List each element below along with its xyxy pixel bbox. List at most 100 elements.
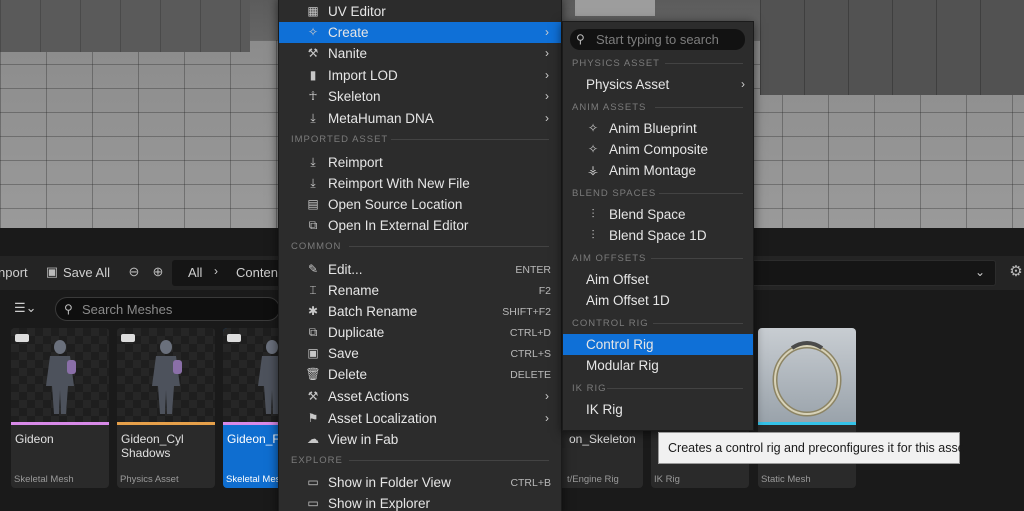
asset-thumbnail: [11, 328, 109, 422]
submenu-item-anim-montage[interactable]: ⚶ Anim Montage: [563, 160, 753, 181]
chevron-right-icon: ›: [545, 389, 549, 403]
menu-item-shortcut: SHIFT+F2: [502, 306, 551, 318]
history-forward-icon[interactable]: ⊕: [150, 264, 166, 280]
menu-item-shortcut: CTRL+D: [509, 327, 551, 339]
asset-tile[interactable]: Gideon Skeletal Mesh: [11, 328, 109, 488]
menu-item-batch-rename[interactable]: ✱ Batch Rename SHIFT+F2: [279, 301, 561, 322]
menu-item-label: Nanite: [328, 46, 368, 61]
menu-item-label: Create: [328, 25, 369, 40]
menu-item-metahuman-dna[interactable]: ⤓ MetaHuman DNA ›: [279, 108, 561, 129]
asset-search-placeholder: Search Meshes: [82, 302, 173, 317]
menu-item-label: Asset Actions: [328, 389, 410, 404]
viewport-block: [575, 0, 655, 16]
chevron-right-icon: ›: [545, 68, 549, 82]
section-header-common: COMMON: [291, 241, 342, 252]
asset-type-bar: [758, 422, 856, 425]
import-icon: ⤓: [310, 111, 316, 125]
menu-item-rename[interactable]: ⌶ Rename F2: [279, 280, 561, 301]
menu-item-open-external-editor[interactable]: ⧉ Open In External Editor: [279, 215, 561, 236]
menu-item-duplicate[interactable]: ⧉ Duplicate CTRL+D: [279, 322, 561, 343]
pencil-icon: ✎: [307, 262, 319, 276]
filter-button[interactable]: ☰⌄: [14, 300, 37, 316]
menu-item-shortcut: CTRL+S: [510, 348, 551, 360]
submenu-item-blend-space[interactable]: ⫶ Blend Space: [563, 204, 753, 225]
asset-badge-icon: [227, 334, 241, 342]
menu-item-show-in-folder-view[interactable]: ▭ Show in Folder View CTRL+B: [279, 472, 561, 493]
save-all-button[interactable]: Save All: [63, 265, 110, 280]
submenu-item-blend-space-1d[interactable]: ⫶ Blend Space 1D: [563, 225, 753, 246]
section-divider: [651, 258, 743, 259]
menu-item-asset-localization[interactable]: ⚑ Asset Localization ›: [279, 408, 561, 429]
menu-item-reimport[interactable]: ⤓ Reimport: [279, 152, 561, 173]
menu-item-save[interactable]: ▣ Save CTRL+S: [279, 343, 561, 364]
settings-gear-icon[interactable]: ⚙: [1008, 264, 1024, 280]
submenu-item-anim-blueprint[interactable]: ✧ Anim Blueprint: [563, 118, 753, 139]
menu-item-view-in-fab[interactable]: ☁ View in Fab: [279, 429, 561, 450]
breadcrumb-chevron-icon: ›: [214, 264, 218, 278]
asset-type: Skeletal Mesh: [14, 474, 74, 485]
section-header-anim-assets: ANIM ASSETS: [572, 102, 647, 113]
menu-item-label: Open In External Editor: [328, 218, 469, 233]
menu-item-edit[interactable]: ✎ Edit... ENTER: [279, 259, 561, 280]
submenu-item-aim-offset-1d[interactable]: Aim Offset 1D: [563, 290, 753, 311]
submenu-item-anim-composite[interactable]: ✧ Anim Composite: [563, 139, 753, 160]
section-header-control-rig: CONTROL RIG: [572, 318, 649, 329]
menu-item-delete[interactable]: 🗑 Delete DELETE: [279, 364, 561, 385]
menu-item-shortcut: F2: [538, 285, 551, 297]
menu-item-label: Asset Localization: [328, 411, 437, 426]
submenu-item-control-rig[interactable]: Control Rig: [563, 334, 753, 355]
asset-type: Skeletal Mes: [226, 474, 281, 485]
menu-item-reimport-new-file[interactable]: ⤓ Reimport With New File: [279, 173, 561, 194]
menu-item-shortcut: ENTER: [515, 264, 551, 276]
asset-tile[interactable]: Static Mesh: [758, 328, 856, 488]
submenu-item-label: Physics Asset: [586, 77, 670, 92]
asset-context-menu: ▦ UV Editor ✧ Create › ⚒ Nanite › ▮ Impo…: [278, 0, 562, 511]
menu-item-show-in-explorer[interactable]: ▭ Show in Explorer: [279, 493, 561, 511]
section-header-blend-spaces: BLEND SPACES: [572, 188, 657, 199]
menu-item-nanite[interactable]: ⚒ Nanite ›: [279, 43, 561, 64]
submenu-item-aim-offset[interactable]: Aim Offset: [563, 269, 753, 290]
uv-editor-icon: ▦: [307, 4, 319, 18]
asset-type-bar: [11, 422, 109, 425]
menu-item-label: Rename: [328, 283, 380, 298]
wrench-icon: ⚒: [307, 389, 319, 403]
history-back-icon[interactable]: ⊖: [126, 264, 142, 280]
viewport-wall-left: [0, 0, 250, 52]
menu-item-import-lod[interactable]: ▮ Import LOD ›: [279, 65, 561, 86]
asset-tile[interactable]: Gideon_Cyl Shadows Physics Asset: [117, 328, 215, 488]
asset-name: Gideon: [15, 432, 54, 446]
submenu-item-label: Control Rig: [586, 337, 654, 352]
asset-search-input[interactable]: ⚲ Search Meshes: [55, 297, 280, 321]
character-figure-icon: [152, 340, 182, 414]
menu-item-skeleton[interactable]: ☥ Skeleton ›: [279, 86, 561, 107]
section-divider: [607, 388, 743, 389]
menu-item-asset-actions[interactable]: ⚒ Asset Actions ›: [279, 386, 561, 407]
menu-item-create[interactable]: ✧ Create ›: [279, 22, 561, 43]
menu-item-label: Reimport: [328, 155, 383, 170]
breadcrumb-all[interactable]: All: [188, 265, 202, 280]
menu-item-open-source-location[interactable]: ▤ Open Source Location: [279, 194, 561, 215]
section-divider: [655, 107, 743, 108]
menu-item-shortcut: DELETE: [510, 369, 551, 381]
batch-rename-icon: ✱: [307, 304, 319, 318]
submenu-item-label: Aim Offset: [586, 272, 649, 287]
anim-composite-icon: ✧: [587, 142, 599, 156]
section-divider: [349, 460, 549, 461]
editor-window: { "toolbar": { "import_label": "nport", …: [0, 0, 1024, 511]
fab-icon: ☁: [307, 432, 319, 446]
menu-item-uv-editor[interactable]: ▦ UV Editor: [279, 1, 561, 22]
search-icon: ⚲: [64, 302, 73, 316]
asset-badge-icon: [15, 334, 29, 342]
reimport-file-icon: ⤓: [310, 176, 316, 190]
import-button[interactable]: nport: [0, 265, 28, 280]
submenu-search-input[interactable]: ⚲ Start typing to search: [570, 29, 745, 50]
breadcrumb-content[interactable]: Conten: [236, 265, 278, 280]
submenu-item-ik-rig[interactable]: IK Rig: [563, 399, 753, 420]
submenu-item-physics-asset[interactable]: Physics Asset ›: [563, 74, 753, 95]
submenu-item-modular-rig[interactable]: Modular Rig: [563, 355, 753, 376]
chevron-right-icon: ›: [545, 111, 549, 125]
asset-badge-icon: [121, 334, 135, 342]
search-icon: ⚲: [576, 32, 585, 46]
submenu-item-label: Anim Composite: [609, 142, 709, 157]
submenu-item-label: Modular Rig: [586, 358, 659, 373]
